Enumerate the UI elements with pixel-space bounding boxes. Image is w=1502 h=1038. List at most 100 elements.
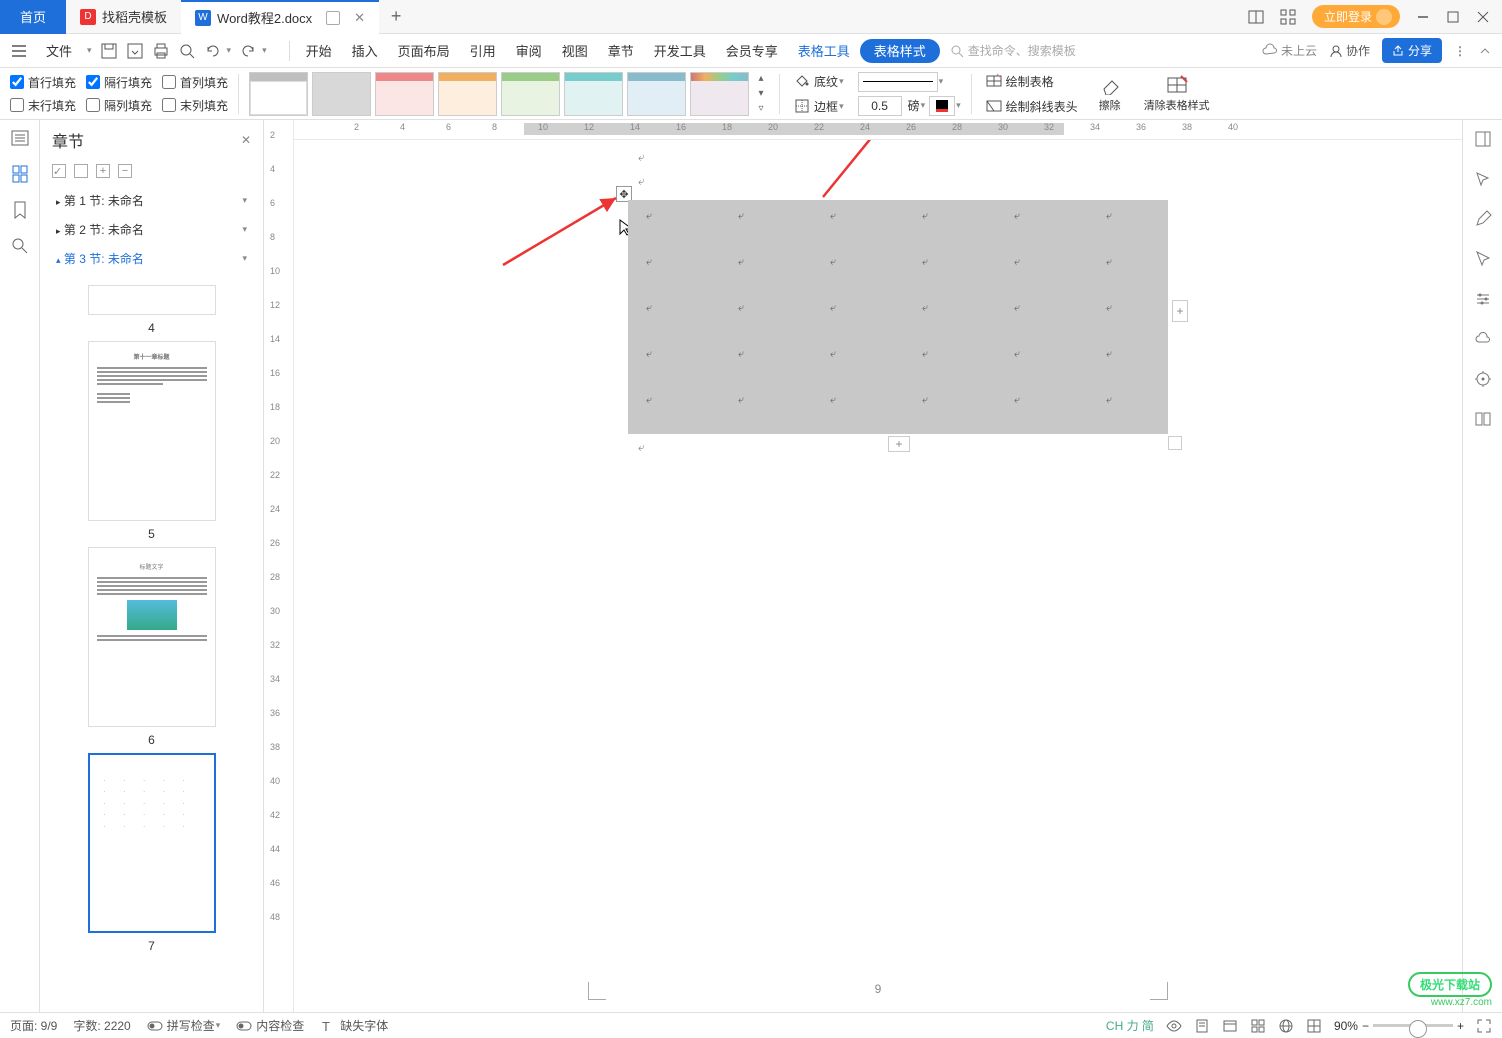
menu-start[interactable]: 开始 <box>296 34 342 68</box>
thumbnail-4[interactable] <box>88 285 216 315</box>
draw-table-button[interactable]: 绘制表格 <box>982 71 1082 92</box>
redo-icon[interactable] <box>239 42 257 60</box>
check-banded-col[interactable]: 隔列填充 <box>86 97 152 114</box>
collab-button[interactable]: 协作 <box>1329 42 1370 59</box>
table-style-8[interactable] <box>690 72 749 116</box>
new-tab-button[interactable]: + <box>379 6 413 27</box>
table-add-row[interactable]: + <box>888 436 910 452</box>
share-button[interactable]: 分享 <box>1382 38 1442 63</box>
close-icon[interactable] <box>1476 10 1490 24</box>
nav-tool-add[interactable]: + <box>96 164 110 178</box>
more-icon[interactable]: ⋮ <box>1454 44 1466 58</box>
menu-table-style[interactable]: 表格样式 <box>860 39 940 63</box>
select-icon[interactable] <box>1474 170 1492 188</box>
save-as-icon[interactable] <box>126 42 144 60</box>
layout-icon[interactable] <box>1248 9 1264 25</box>
nav-tool-del[interactable]: − <box>118 164 132 178</box>
zoom-out-icon[interactable]: − <box>1362 1019 1369 1033</box>
outline-icon[interactable] <box>10 128 30 148</box>
check-banded-row[interactable]: 隔行填充 <box>86 74 152 91</box>
zoom-in-icon[interactable]: + <box>1457 1019 1464 1033</box>
maximize-icon[interactable] <box>1446 10 1460 24</box>
vertical-ruler[interactable]: 2468101214161820222426283032343638404244… <box>264 120 294 1012</box>
login-button[interactable]: 立即登录 <box>1312 5 1400 28</box>
search-box[interactable]: 查找命令、搜索模板 <box>950 42 1076 59</box>
tab-document[interactable]: W Word教程2.docx ✕ <box>181 0 379 34</box>
bookmark-icon[interactable] <box>10 200 30 220</box>
border-button[interactable]: 边框▾ <box>790 96 848 117</box>
collapse-ribbon-icon[interactable] <box>1478 44 1492 58</box>
save-icon[interactable] <box>100 42 118 60</box>
table-style-7[interactable] <box>627 72 686 116</box>
border-width-input[interactable]: 0.5 <box>858 96 902 116</box>
check-first-col[interactable]: 首列填充 <box>162 74 228 91</box>
minimize-icon[interactable] <box>1416 10 1430 24</box>
table-resize-handle[interactable] <box>1168 436 1182 450</box>
thumbnail-5[interactable]: 第十一章标题 <box>88 341 216 521</box>
check-last-row[interactable]: 末行填充 <box>10 97 76 114</box>
menu-view[interactable]: 视图 <box>552 34 598 68</box>
eraser-button[interactable]: 擦除 <box>1092 75 1128 113</box>
nav-close-icon[interactable]: ✕ <box>241 133 251 147</box>
menu-layout[interactable]: 页面布局 <box>388 34 460 68</box>
tab-template[interactable]: D 找稻壳模板 <box>66 0 181 34</box>
table-style-5[interactable] <box>501 72 560 116</box>
menu-member[interactable]: 会员专享 <box>716 34 788 68</box>
table-style-3[interactable] <box>375 72 434 116</box>
pointer-icon[interactable] <box>1474 250 1492 268</box>
selected-table[interactable]: ⤶⤶⤶⤶⤶⤶⤶⤶⤶⤶⤶⤶⤶⤶⤶⤶⤶⤶⤶⤶⤶⤶⤶⤶⤶⤶⤶⤶⤶⤶ <box>628 200 1168 434</box>
view-outline-icon[interactable] <box>1250 1018 1266 1034</box>
missing-font[interactable]: T 缺失字体 <box>320 1017 388 1034</box>
check-last-col[interactable]: 末列填充 <box>162 97 228 114</box>
menu-references[interactable]: 引用 <box>460 34 506 68</box>
section-item-2[interactable]: ▸ 第 2 节: 未命名▾ <box>40 215 263 244</box>
table-add-column[interactable]: + <box>1172 300 1188 322</box>
preview-icon[interactable] <box>178 42 196 60</box>
file-menu[interactable]: 文件 <box>36 34 82 68</box>
table-style-4[interactable] <box>438 72 497 116</box>
thumbnail-7[interactable]: ····· ····· ····· ····· ····· <box>88 753 216 933</box>
zoom-control[interactable]: 90% − + <box>1334 1019 1464 1033</box>
menu-devtools[interactable]: 开发工具 <box>644 34 716 68</box>
menu-icon[interactable] <box>10 42 28 60</box>
ime-indicator[interactable]: CH 力 简 <box>1106 1017 1154 1034</box>
nav-tool-2[interactable] <box>74 164 88 178</box>
location-icon[interactable] <box>1474 370 1492 388</box>
border-line-style[interactable]: ▾ <box>858 72 961 92</box>
menu-insert[interactable]: 插入 <box>342 34 388 68</box>
view-page-icon[interactable] <box>1194 1018 1210 1034</box>
globe-icon[interactable] <box>1278 1018 1294 1034</box>
tab-close-icon[interactable]: ✕ <box>354 10 365 26</box>
word-count[interactable]: 字数: 2220 <box>73 1017 130 1034</box>
fullscreen-icon[interactable] <box>1476 1018 1492 1034</box>
nav-tool-1[interactable]: ✓ <box>52 164 66 178</box>
border-color-button[interactable] <box>929 96 955 116</box>
horizontal-ruler[interactable]: 246810121416182022242628303234363840 <box>294 120 1462 140</box>
read-icon[interactable] <box>1474 410 1492 428</box>
spellcheck-toggle[interactable]: 拼写检查▾ <box>147 1017 221 1034</box>
check-first-row[interactable]: 首行填充 <box>10 74 76 91</box>
view-web-icon[interactable] <box>1222 1018 1238 1034</box>
tab-home[interactable]: 首页 <box>0 0 66 34</box>
gallery-more[interactable]: ▴▾▿ <box>753 72 769 116</box>
find-icon[interactable] <box>10 236 30 256</box>
expand-pane-icon[interactable] <box>1474 130 1492 148</box>
menu-sections[interactable]: 章节 <box>598 34 644 68</box>
undo-icon[interactable] <box>204 42 222 60</box>
section-item-1[interactable]: ▸ 第 1 节: 未命名▾ <box>40 186 263 215</box>
grid-icon[interactable] <box>1306 1018 1322 1034</box>
tab-restore-icon[interactable] <box>326 11 340 25</box>
print-icon[interactable] <box>152 42 170 60</box>
table-style-1[interactable] <box>249 72 308 116</box>
pen-icon[interactable] <box>1474 210 1492 228</box>
table-style-2[interactable] <box>312 72 371 116</box>
cloud-pane-icon[interactable] <box>1474 330 1492 348</box>
apps-icon[interactable] <box>1280 9 1296 25</box>
section-item-3[interactable]: ▴ 第 3 节: 未命名▾ <box>40 244 263 273</box>
page-viewport[interactable]: ⤶ ⤶ ✥ ⤶⤶⤶⤶⤶⤶⤶⤶⤶⤶⤶⤶⤶⤶⤶⤶⤶⤶⤶⤶⤶⤶⤶⤶⤶⤶⤶⤶⤶⤶ + +… <box>294 140 1462 1012</box>
zoom-slider[interactable] <box>1373 1024 1453 1027</box>
settings-icon[interactable] <box>1474 290 1492 308</box>
menu-table-tools[interactable]: 表格工具 <box>788 34 860 68</box>
sections-icon[interactable] <box>10 164 30 184</box>
shading-button[interactable]: 底纹▾ <box>790 71 848 92</box>
